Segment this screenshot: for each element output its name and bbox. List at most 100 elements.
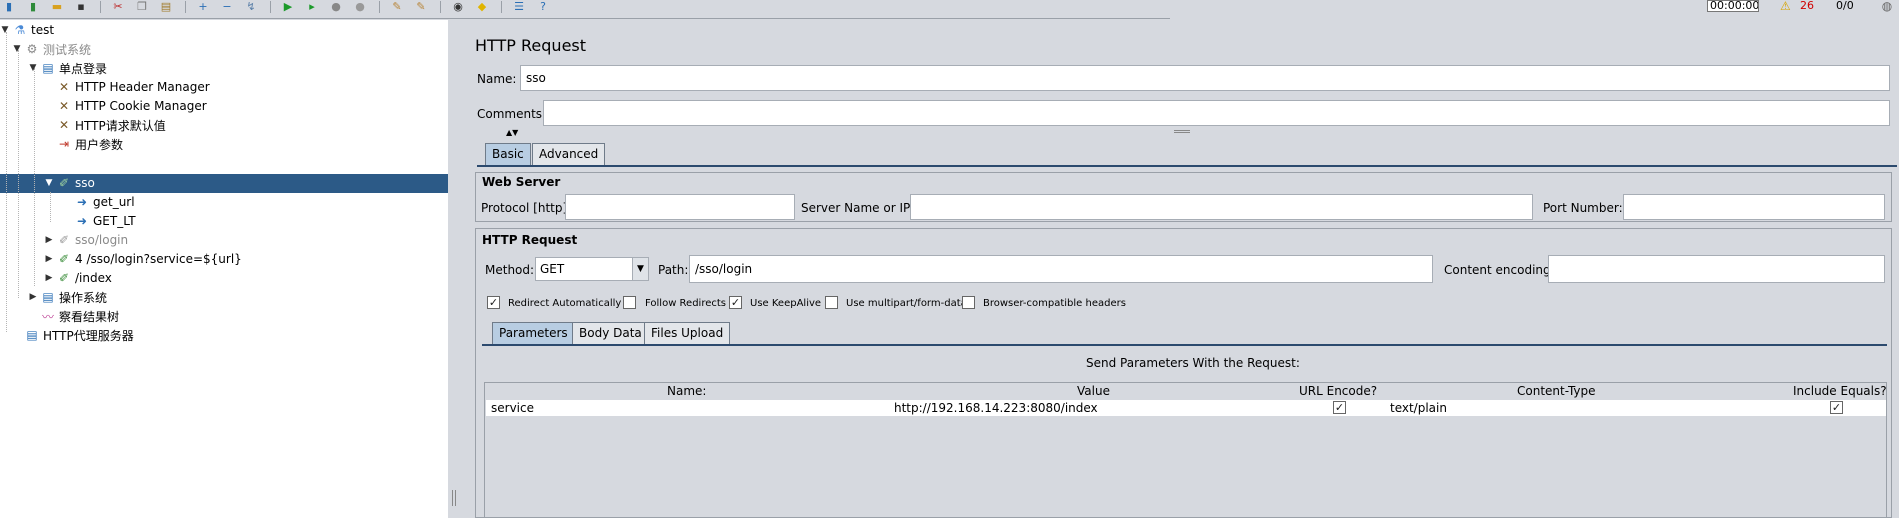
expand-arrow-icon[interactable]: ▼: [0, 25, 10, 35]
redirect-automatically-checkbox[interactable]: ✓: [487, 296, 500, 309]
tree-node-label: 用户参数: [75, 137, 124, 152]
tree-node-sso-login[interactable]: ▶ ✐ sso/login: [44, 231, 129, 249]
tree-node-thread-group[interactable]: ▼ ⚙ 测试系统: [12, 40, 91, 58]
tree-node-view-results-tree[interactable]: 〰 察看结果树: [38, 307, 119, 325]
path-field[interactable]: /sso/login: [689, 255, 1433, 283]
tab-basic[interactable]: Basic: [485, 143, 531, 165]
tree-node-test[interactable]: ▼ ⚗ test: [0, 21, 55, 39]
expand-arrow-icon[interactable]: ▼: [12, 44, 22, 54]
tab-advanced[interactable]: Advanced: [532, 143, 606, 165]
warning-icon[interactable]: ⚠: [1780, 0, 1791, 12]
search-icon[interactable]: ◉: [449, 1, 467, 13]
collapse-arrows-icon[interactable]: ▲▼: [506, 128, 518, 137]
port-number-field[interactable]: [1623, 194, 1885, 220]
shutdown-icon[interactable]: ●: [351, 1, 369, 13]
help-icon[interactable]: ?: [534, 1, 552, 13]
tree-node-label: sso/login: [75, 233, 129, 247]
function-helper-icon[interactable]: ☰: [510, 1, 528, 13]
workbench-icon: ▤: [26, 328, 38, 342]
start-no-pause-icon[interactable]: ▸: [303, 1, 321, 13]
remote-globe-icon[interactable]: ◍: [1878, 0, 1896, 12]
tree-node-get-lt[interactable]: ➜ GET_LT: [72, 212, 136, 230]
url-encode-checkbox[interactable]: ✓: [1333, 401, 1346, 414]
tab-parameters[interactable]: Parameters: [492, 322, 575, 344]
tree-node-label: HTTP代理服务器: [43, 328, 134, 343]
column-header-url-encode[interactable]: URL Encode?: [1299, 383, 1377, 399]
param-value-cell[interactable]: http://192.168.14.223:8080/index: [894, 400, 1098, 416]
cut-icon[interactable]: ✂: [109, 1, 127, 13]
toggle-icon[interactable]: ↯: [242, 1, 260, 13]
param-name-cell[interactable]: service: [491, 400, 534, 416]
stop-icon[interactable]: ●: [327, 1, 345, 13]
expand-arrow-icon[interactable]: ▼: [44, 178, 54, 188]
table-row[interactable]: service http://192.168.14.223:8080/index…: [486, 400, 1886, 416]
paste-icon[interactable]: ▤: [157, 1, 175, 13]
content-encoding-label: Content encoding:: [1444, 263, 1555, 277]
copy-icon[interactable]: ❐: [133, 1, 151, 13]
server-name-field[interactable]: [910, 194, 1533, 220]
follow-redirects-label: Follow Redirects: [645, 298, 726, 309]
toolbar-divider: [0, 18, 1170, 19]
expand-arrow-icon[interactable]: ▼: [28, 63, 38, 73]
dropdown-arrow-icon[interactable]: ▼: [632, 258, 648, 280]
preprocessor-icon: ⇥: [58, 137, 70, 151]
split-pane-divider[interactable]: [448, 20, 468, 518]
expand-arrow-icon[interactable]: ▶: [44, 235, 54, 245]
follow-redirects-checkbox[interactable]: [623, 296, 636, 309]
parameters-table[interactable]: Name: Value URL Encode? Content-Type Inc…: [484, 382, 1887, 518]
tree-node-get-url[interactable]: ➜ get_url: [72, 193, 135, 211]
collapse-icon[interactable]: −: [218, 1, 236, 13]
open-templates-icon[interactable]: ▮: [24, 1, 42, 13]
tree-node-header-manager[interactable]: ✕ HTTP Header Manager: [54, 78, 210, 96]
test-plan-icon: ⚗: [14, 23, 26, 37]
tree-node-index[interactable]: ▶ ✐ /index: [44, 269, 112, 287]
clear-all-icon[interactable]: ✎: [412, 1, 430, 13]
tab-files-upload[interactable]: Files Upload: [644, 322, 731, 344]
reset-search-icon[interactable]: ◆: [473, 1, 491, 13]
split-grip[interactable]: [452, 490, 456, 506]
browser-compatible-checkbox[interactable]: [962, 296, 975, 309]
tree-node-sso-sampler[interactable]: ▼ ✐ sso: [44, 174, 95, 192]
tree-node-label: get_url: [93, 195, 135, 209]
use-keepalive-checkbox[interactable]: ✓: [729, 296, 742, 309]
tree-node-http-defaults[interactable]: ✕ HTTP请求默认值: [54, 116, 166, 134]
tree-node-proxy-server[interactable]: ▤ HTTP代理服务器: [22, 326, 134, 344]
expand-arrow-icon[interactable]: ▶: [28, 292, 38, 302]
column-header-value[interactable]: Value: [1077, 383, 1110, 399]
toolbar-separator: [270, 1, 271, 13]
method-select[interactable]: GET ▼: [535, 257, 649, 281]
save-icon[interactable]: ▪: [72, 1, 90, 13]
param-content-type-cell[interactable]: text/plain: [1390, 400, 1447, 416]
tree-node-cookie-manager[interactable]: ✕ HTTP Cookie Manager: [54, 97, 207, 115]
path-label: Path:: [658, 263, 689, 277]
include-equals-checkbox[interactable]: ✓: [1830, 401, 1843, 414]
http-request-panel: HTTP Request Name: sso Comments: ▲▼ Basi…: [470, 20, 1899, 518]
tree-node-sso-controller[interactable]: ▼ ▤ 单点登录: [28, 59, 107, 77]
content-encoding-field[interactable]: [1548, 255, 1885, 283]
column-header-content-type[interactable]: Content-Type: [1517, 383, 1596, 399]
expand-arrow-icon[interactable]: ▶: [44, 254, 54, 264]
start-icon[interactable]: ▶: [279, 1, 297, 13]
open-folder-icon[interactable]: ▬: [48, 1, 66, 13]
tree-node-label: HTTP请求默认值: [75, 118, 166, 133]
clear-icon[interactable]: ✎: [388, 1, 406, 13]
tree-node-sso-login-service[interactable]: ▶ ✐ 4 /sso/login?service=${url}: [44, 250, 242, 268]
expand-arrow-icon[interactable]: ▶: [44, 273, 54, 283]
use-multipart-label: Use multipart/form-data: [846, 298, 967, 309]
web-server-title: Web Server: [482, 175, 561, 189]
resize-grip-icon[interactable]: [1174, 130, 1190, 133]
protocol-field[interactable]: [565, 194, 795, 220]
new-test-plan-icon[interactable]: ▮: [0, 1, 18, 13]
error-count: 26: [1800, 0, 1814, 12]
tree-node-os-controller[interactable]: ▶ ▤ 操作系统: [28, 288, 107, 306]
use-multipart-checkbox[interactable]: [825, 296, 838, 309]
toolbar-separator: [440, 1, 441, 13]
name-field[interactable]: sso: [520, 65, 1890, 91]
tree-node-user-parameters[interactable]: ⇥ 用户参数: [54, 135, 123, 153]
test-plan-tree[interactable]: ▼ ⚗ test ▼ ⚙ 测试系统 ▼ ▤ 单点登录 ✕ HTTP Header…: [0, 20, 448, 518]
tab-body-data[interactable]: Body Data: [572, 322, 649, 344]
comments-field[interactable]: [543, 100, 1890, 126]
column-header-include-equals[interactable]: Include Equals?: [1793, 383, 1887, 399]
expand-icon[interactable]: +: [194, 1, 212, 13]
column-header-name[interactable]: Name:: [667, 383, 706, 399]
